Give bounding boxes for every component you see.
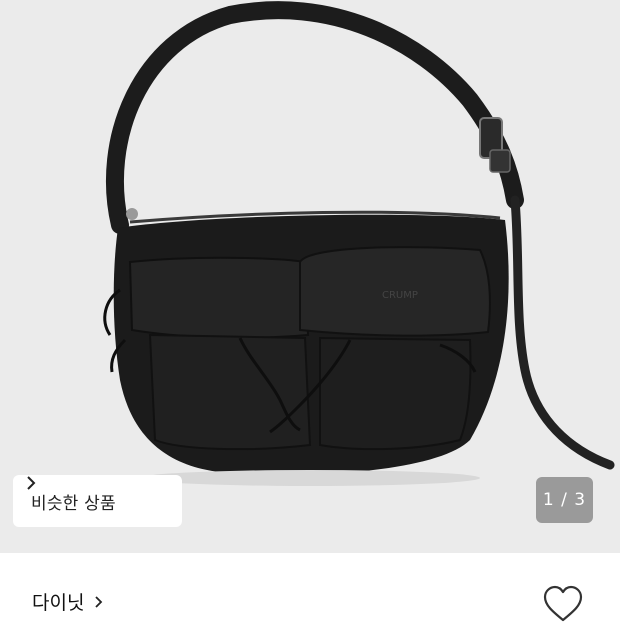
image-page-counter: 1 / 3	[536, 477, 593, 523]
heart-outline-icon[interactable]	[542, 585, 584, 623]
bag-logo: CRUMP	[382, 290, 418, 301]
product-image[interactable]: CRUMP 비슷한 상품 1 / 3	[0, 0, 620, 553]
chevron-right-icon	[95, 595, 103, 608]
bag-illustration: CRUMP	[103, 1, 615, 486]
chevron-right-icon	[27, 476, 36, 490]
brand-link[interactable]: 다이닛	[32, 588, 106, 615]
similar-products-button[interactable]: 비슷한 상품	[13, 475, 182, 527]
similar-products-label: 비슷한 상품	[31, 493, 116, 514]
brand-name: 다이닛	[32, 592, 85, 614]
